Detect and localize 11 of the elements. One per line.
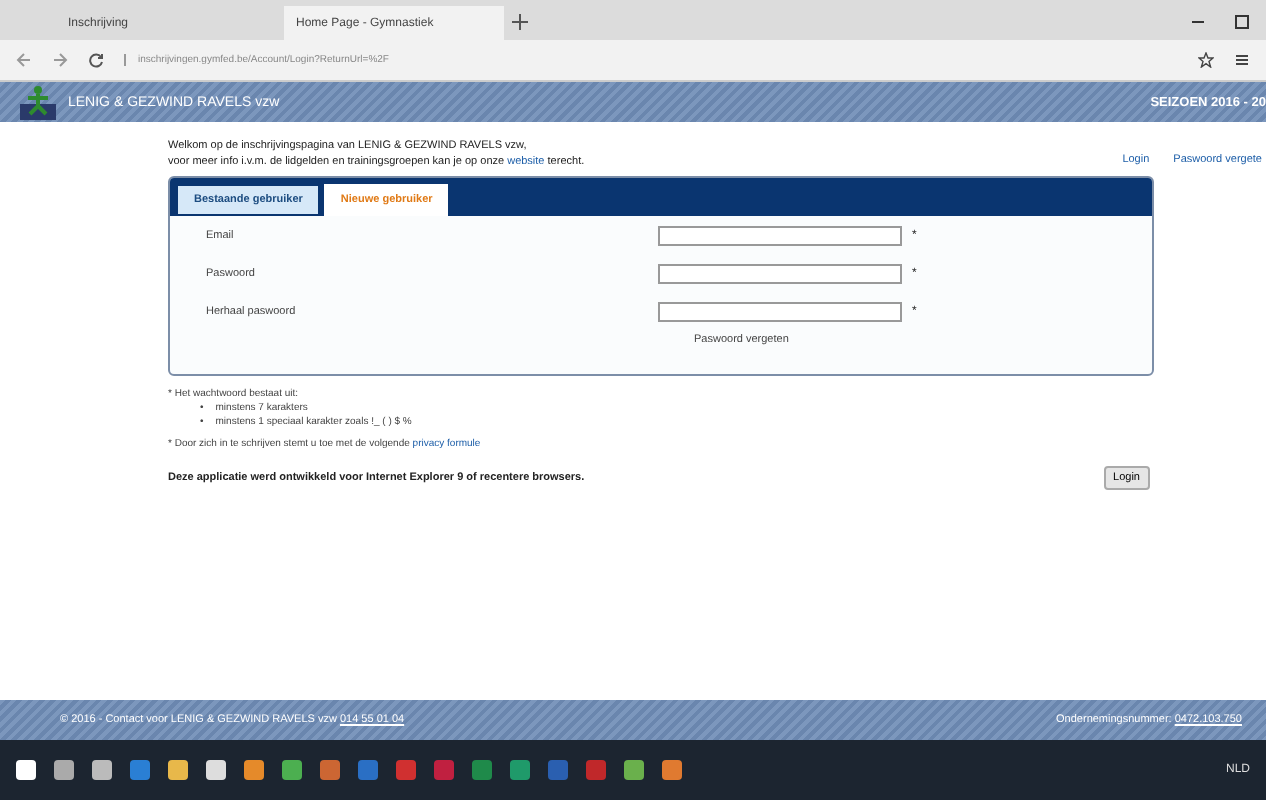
menu-icon[interactable] [1234,52,1250,68]
star-icon[interactable] [1198,52,1214,68]
input-field[interactable] [658,263,902,283]
forward-icon[interactable] [52,52,68,68]
gymnast-logo-icon [20,84,56,120]
refresh-icon[interactable] [88,52,104,68]
maximize-icon[interactable] [1234,14,1250,30]
new-tab-icon[interactable] [512,14,528,30]
input-field[interactable] [658,301,902,321]
back-icon[interactable] [16,52,32,68]
input-field[interactable] [658,225,902,245]
